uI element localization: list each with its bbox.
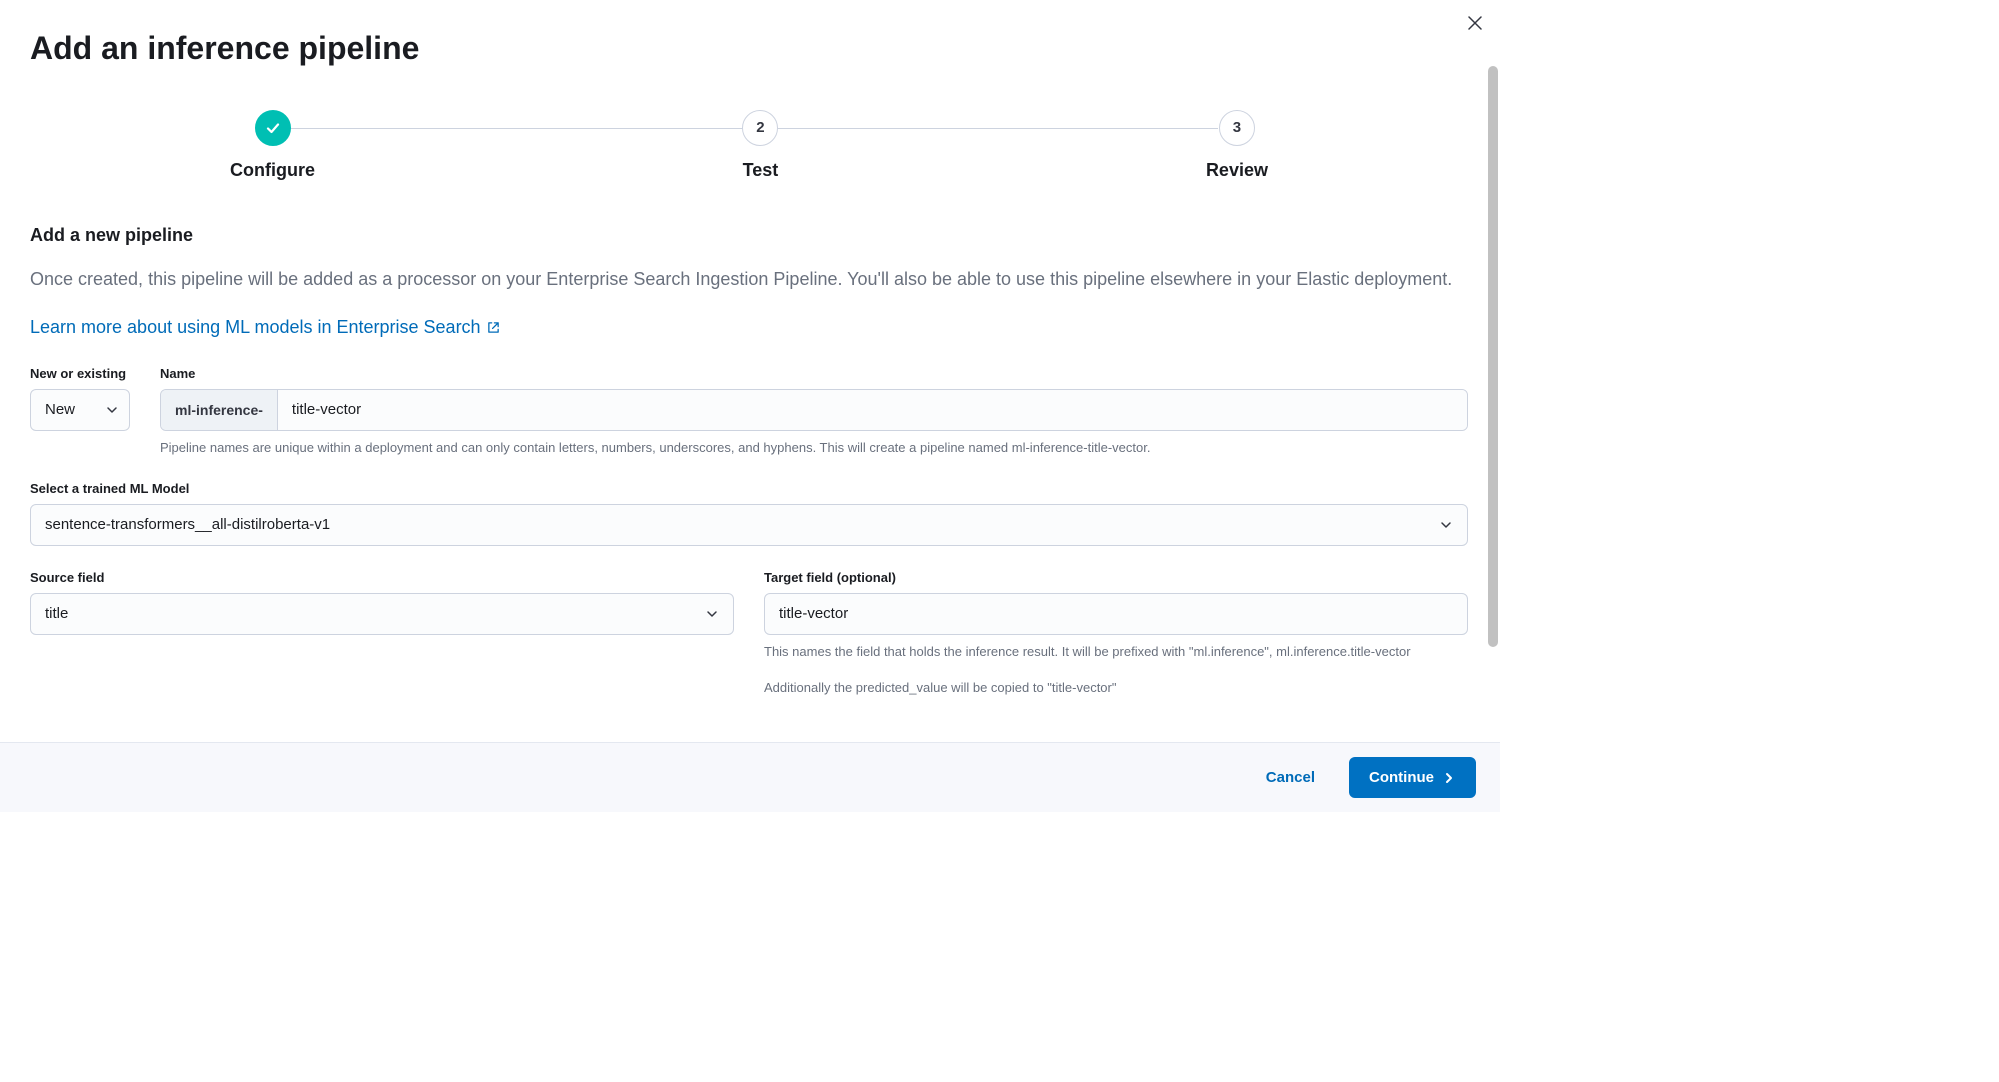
continue-button-label: Continue bbox=[1369, 769, 1434, 786]
learn-more-link-text: Learn more about using ML models in Ente… bbox=[30, 317, 481, 338]
step-review-indicator: 3 bbox=[1219, 110, 1255, 146]
step-review-label: Review bbox=[1206, 160, 1268, 181]
check-icon bbox=[265, 120, 281, 136]
source-field-group: Source field title bbox=[30, 570, 734, 697]
ml-model-group: Select a trained ML Model sentence-trans… bbox=[30, 481, 1468, 546]
scrollbar[interactable] bbox=[1488, 66, 1498, 726]
new-or-existing-select[interactable]: New bbox=[30, 389, 130, 431]
learn-more-link[interactable]: Learn more about using ML models in Ente… bbox=[30, 317, 500, 338]
cancel-button[interactable]: Cancel bbox=[1256, 761, 1325, 794]
name-help-text: Pipeline names are unique within a deplo… bbox=[160, 439, 1468, 457]
step-configure-indicator bbox=[255, 110, 291, 146]
external-link-icon bbox=[487, 321, 500, 334]
target-field-help-2: Additionally the predicted_value will be… bbox=[764, 679, 1468, 697]
target-field-input[interactable] bbox=[764, 593, 1468, 635]
new-or-existing-group: New or existing New bbox=[30, 366, 130, 431]
step-configure: Configure bbox=[230, 110, 315, 181]
section-subtitle: Add a new pipeline bbox=[30, 225, 1468, 246]
step-review: 3 Review bbox=[1206, 110, 1268, 181]
step-configure-label: Configure bbox=[230, 160, 315, 181]
steps-progress: Configure 2 Test 3 Review bbox=[230, 110, 1268, 181]
target-field-label: Target field (optional) bbox=[764, 570, 1468, 585]
ml-model-select[interactable]: sentence-transformers__all-distilroberta… bbox=[30, 504, 1468, 546]
footer: Cancel Continue bbox=[0, 742, 1500, 812]
page-title: Add an inference pipeline bbox=[30, 28, 1468, 70]
step-test-indicator: 2 bbox=[742, 110, 778, 146]
target-field-group: Target field (optional) This names the f… bbox=[764, 570, 1468, 697]
name-input[interactable] bbox=[278, 390, 1467, 430]
scrollbar-thumb[interactable] bbox=[1488, 66, 1498, 647]
close-icon bbox=[1468, 16, 1482, 30]
source-field-select[interactable]: title bbox=[30, 593, 734, 635]
name-group: Name ml-inference- Pipeline names are un… bbox=[160, 366, 1468, 457]
source-field-label: Source field bbox=[30, 570, 734, 585]
name-prefix: ml-inference- bbox=[161, 390, 278, 430]
close-button[interactable] bbox=[1464, 12, 1486, 34]
ml-model-label: Select a trained ML Model bbox=[30, 481, 1468, 496]
step-test: 2 Test bbox=[742, 110, 778, 181]
section-description: Once created, this pipeline will be adde… bbox=[30, 266, 1468, 293]
target-field-help-1: This names the field that holds the infe… bbox=[764, 643, 1468, 661]
step-test-label: Test bbox=[743, 160, 779, 181]
arrow-right-icon bbox=[1442, 771, 1456, 785]
new-or-existing-label: New or existing bbox=[30, 366, 130, 381]
name-label: Name bbox=[160, 366, 1468, 381]
continue-button[interactable]: Continue bbox=[1349, 757, 1476, 798]
